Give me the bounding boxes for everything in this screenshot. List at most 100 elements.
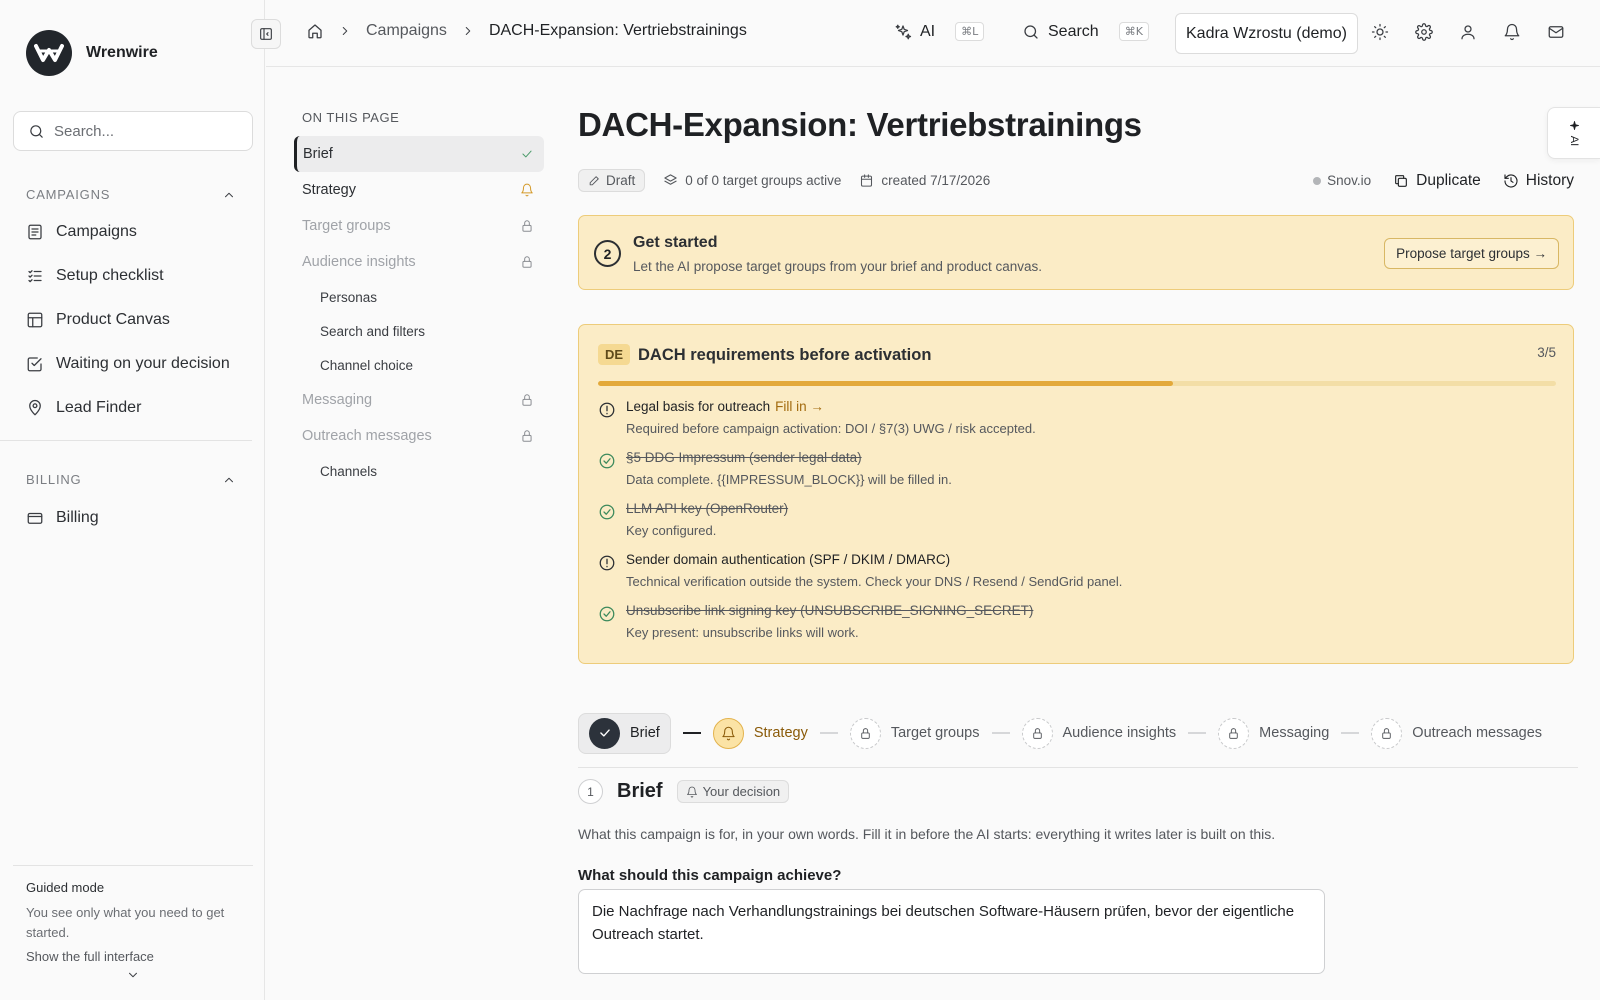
section-billing-header[interactable]: BILLING [26,472,236,487]
check-circle-icon [599,504,615,520]
sidebar-item-product-canvas[interactable]: Product Canvas [26,311,170,329]
get-started-title: Get started [633,234,718,251]
duplicate-label: Duplicate [1416,171,1481,189]
created-meta: created 7/17/2026 [859,173,990,188]
campaign-goal-textarea[interactable]: Die Nachfrage nach Verhandlungstrainings… [578,889,1325,974]
toc-sub-channels[interactable]: Channels [294,454,544,488]
sidebar-item-label: Setup checklist [56,267,164,284]
section-campaigns-header[interactable]: CAMPAIGNS [26,187,236,202]
requirement-title: LLM API key (OpenRouter) [626,501,789,516]
status-label: Draft [606,173,636,188]
global-search-button[interactable]: Search ⌘K [1022,22,1149,41]
sidebar-item-setup-checklist[interactable]: Setup checklist [26,267,164,285]
step-connector [1188,732,1207,734]
step-outreach-messages[interactable]: Outreach messages [1371,717,1543,749]
credit-card-icon [27,512,43,524]
guided-mode-description: You see only what you need to get starte… [26,905,225,940]
section-campaigns-label: CAMPAIGNS [26,187,111,202]
toc-item-outreach-messages[interactable]: Outreach messages [294,418,544,454]
step-status-circle [849,717,881,749]
breadcrumb-campaigns[interactable]: Campaigns [366,22,447,40]
chevron-up-icon [225,192,233,197]
duplicate-button[interactable]: Duplicate [1393,172,1481,190]
toc-item-audience-insights[interactable]: Audience insights [294,244,544,280]
toc-item-brief[interactable]: Brief [294,136,544,172]
show-full-interface-link[interactable]: Show the full interface [26,949,240,964]
sidebar-search-placeholder: Search... [54,122,115,140]
history-button[interactable]: History [1503,172,1574,190]
requirement-title: Legal basis for outreach Fill in → [626,399,1548,421]
ai-shortcut: ⌘L [955,22,985,41]
your-decision-label: Your decision [702,784,781,799]
layout-icon [27,312,43,328]
get-started-step-number: 2 [594,240,621,267]
country-tag: DE [598,344,631,365]
step-audience-insights[interactable]: Audience insights [1021,717,1176,749]
sidebar-item-billing[interactable]: Billing [26,509,99,527]
dach-requirements-title: DACH requirements before activation [638,346,932,364]
brand[interactable]: Wrenwire [26,30,158,76]
step-messaging[interactable]: Messaging [1218,717,1330,749]
brief-header: 1 Brief Your decision [578,779,790,804]
chevron-right-icon [342,27,348,35]
breadcrumb-current: DACH-Expansion: Vertriebstrainings [488,22,747,39]
lock-icon [861,727,870,739]
check-circle-icon [599,606,615,622]
workspace-switcher[interactable]: Kadra Wzrostu (demo) [1175,13,1358,54]
toc-item-label: Messaging [302,392,373,408]
requirement-description: Required before campaign activation: DOI… [626,421,1036,436]
step-label: Strategy [753,725,808,741]
bell-ring-icon [722,726,735,740]
toc-item-target-groups[interactable]: Target groups [294,208,544,244]
lock-icon [522,220,532,232]
search-shortcut: ⌘K [1118,22,1149,41]
toc-sub-search-filters[interactable]: Search and filters [294,314,544,348]
search-label: Search [1048,22,1099,40]
lock-icon [1382,727,1392,739]
sidebar-item-lead-finder[interactable]: Lead Finder [26,399,141,417]
gear-icon[interactable] [1415,23,1433,41]
fill-in-link[interactable]: Fill in → [775,399,824,414]
toc-sub-channel-choice[interactable]: Channel choice [294,348,544,382]
requirement-title: Sender domain authentication (SPF / DKIM… [626,552,951,567]
toc-item-messaging[interactable]: Messaging [294,382,544,418]
collapse-sidebar-button[interactable] [251,19,281,49]
requirement-item: LLM API key (OpenRouter) Key configured. [598,501,1548,552]
bell-ring-icon [686,786,697,797]
toc-sub-personas[interactable]: Personas [294,280,544,314]
integration-name: Snov.io [1327,173,1372,188]
step-connector [1341,732,1360,734]
get-started-description: Let the AI propose target groups from yo… [633,259,1042,274]
mail-icon[interactable] [1547,23,1565,41]
sun-icon[interactable] [1371,23,1389,41]
chevron-down-icon[interactable] [126,968,140,982]
step-brief[interactable]: Brief [578,712,671,754]
sidebar-item-label: Campaigns [56,223,137,240]
ai-assistant-tab[interactable]: AI [1547,107,1600,159]
step-status-circle [1218,717,1250,749]
ai-button[interactable]: AI ⌘L [894,22,985,41]
sidebar-item-campaigns[interactable]: Campaigns [26,223,137,241]
step-label: Messaging [1259,725,1330,741]
integration-dot [1313,176,1322,185]
toc-item-label: Outreach messages [302,428,432,444]
propose-target-groups-button[interactable]: Propose target groups → [1384,238,1559,269]
sidebar-search-input[interactable]: Search... [13,111,253,151]
home-icon[interactable] [306,22,324,40]
bell-icon[interactable] [1503,23,1521,41]
step-connector [682,732,701,734]
map-pin-icon [29,399,41,416]
logo [26,30,72,76]
step-target-groups[interactable]: Target groups [849,717,980,749]
brief-title: Brief [617,780,663,802]
user-icon[interactable] [1459,23,1477,41]
step-connector [991,732,1010,734]
history-icon [1504,173,1518,188]
toc-item-strategy[interactable]: Strategy [294,172,544,208]
top-bar: Campaigns DACH-Expansion: Vertriebstrain… [266,0,1600,67]
step-strategy[interactable]: Strategy [712,717,808,749]
step-label: Outreach messages [1412,725,1543,741]
integration-status: Snov.io [1313,173,1371,188]
sidebar-item-label: Lead Finder [56,399,142,416]
sidebar-item-waiting-decision[interactable]: Waiting on your decision [26,355,230,373]
